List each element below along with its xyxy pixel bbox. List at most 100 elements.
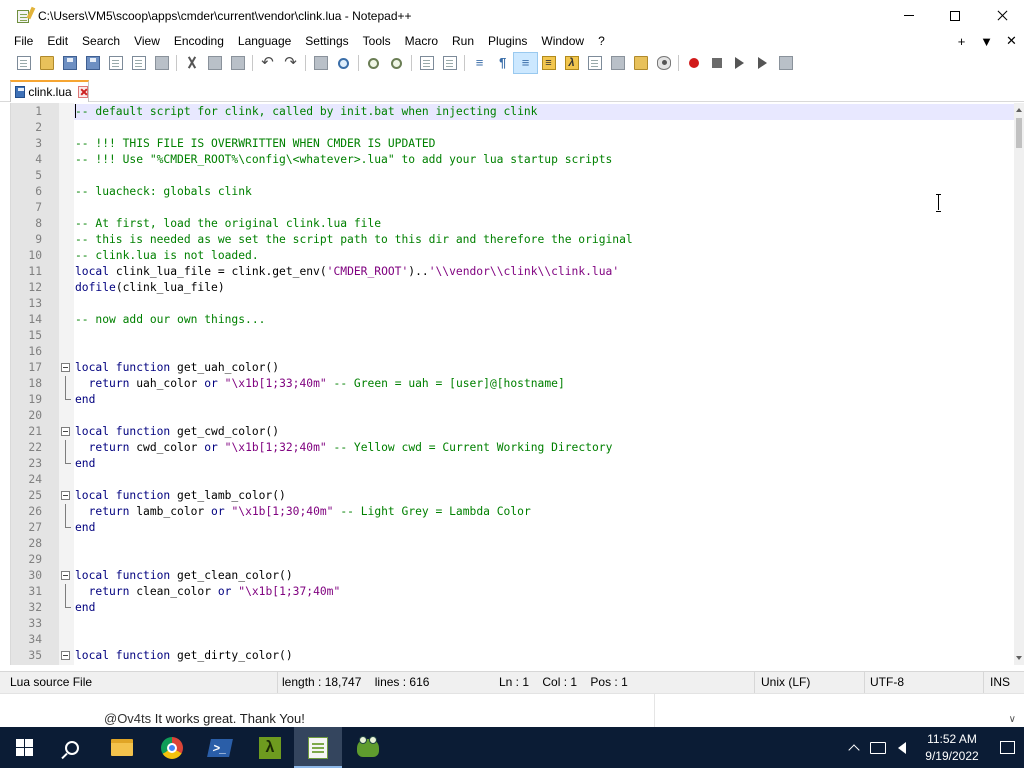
status-insert-mode[interactable]: INS <box>986 672 1024 694</box>
taskbar-clock[interactable]: 11:52 AM 9/19/2022 <box>914 731 990 765</box>
menu-file[interactable]: File <box>7 31 40 51</box>
taskbar-file-explorer[interactable] <box>98 727 146 768</box>
document-map-button[interactable]: λ <box>560 53 583 73</box>
code-line[interactable]: 10 -- clink.lua is not loaded. <box>11 248 1015 264</box>
start-button[interactable] <box>0 727 48 768</box>
copy-button[interactable] <box>203 53 226 73</box>
sync-horizontal-button[interactable] <box>438 53 461 73</box>
paste-button[interactable] <box>226 53 249 73</box>
code-line[interactable]: 6 -- luacheck: globals clink <box>11 184 1015 200</box>
taskbar-chrome[interactable] <box>148 727 196 768</box>
minimize-button[interactable] <box>886 0 932 31</box>
action-center-button[interactable] <box>990 727 1024 768</box>
save-all-button[interactable] <box>81 53 104 73</box>
code-line[interactable]: 5 <box>11 168 1015 184</box>
print-button[interactable] <box>150 53 173 73</box>
menu-macro[interactable]: Macro <box>398 31 445 51</box>
code-line[interactable]: 13 <box>11 296 1015 312</box>
close-button[interactable] <box>978 0 1024 31</box>
macro-run-multiple-button[interactable] <box>751 53 774 73</box>
code-line[interactable]: 16 <box>11 344 1015 360</box>
code-line[interactable]: 23 end <box>11 456 1015 472</box>
fold-collapse-icon[interactable] <box>61 491 70 500</box>
sync-vertical-button[interactable] <box>415 53 438 73</box>
notepadpp-icon[interactable] <box>16 6 36 24</box>
zoom-in-button[interactable] <box>362 53 385 73</box>
function-list-button[interactable] <box>606 53 629 73</box>
code-line[interactable]: 7 <box>11 200 1015 216</box>
code-line[interactable]: 28 <box>11 536 1015 552</box>
macro-save-button[interactable] <box>774 53 797 73</box>
menu-view[interactable]: View <box>127 31 167 51</box>
code-line[interactable]: 25 local function get_lamb_color() <box>11 488 1015 504</box>
menu-language[interactable]: Language <box>231 31 298 51</box>
code-line[interactable]: 14 -- now add our own things... <box>11 312 1015 328</box>
menu-window[interactable]: Window <box>534 31 591 51</box>
code-line[interactable]: 35 local function get_dirty_color() <box>11 648 1015 664</box>
zoom-out-button[interactable] <box>385 53 408 73</box>
taskbar-powershell[interactable]: >_ <box>196 727 244 768</box>
code-line[interactable]: 4 -- !!! Use "%CMDER_ROOT%\config\<whatev… <box>11 152 1015 168</box>
new-file-button[interactable] <box>12 53 35 73</box>
fold-collapse-icon[interactable] <box>61 427 70 436</box>
open-file-button[interactable] <box>35 53 58 73</box>
code-line[interactable]: 32 end <box>11 600 1015 616</box>
chevron-down-icon[interactable]: ∨ <box>1009 714 1016 725</box>
menu-edit[interactable]: Edit <box>40 31 75 51</box>
code-line[interactable]: 22 return cwd_color or "\x1b[1;32;40m" -… <box>11 440 1015 456</box>
fold-collapse-icon[interactable] <box>61 651 70 660</box>
document-list-button[interactable] <box>583 53 606 73</box>
comment-handle[interactable]: @Ov4ts <box>104 711 151 726</box>
taskbar-cmder[interactable]: λ <box>246 727 294 768</box>
macro-record-button[interactable] <box>682 53 705 73</box>
code-line[interactable]: 18 return uah_color or "\x1b[1;33;40m" -… <box>11 376 1015 392</box>
code-line[interactable]: 19 end <box>11 392 1015 408</box>
close-all-button[interactable] <box>127 53 150 73</box>
status-eol[interactable]: Unix (LF) <box>757 672 865 694</box>
indent-guide-button[interactable]: ≡ <box>513 52 538 74</box>
find-button[interactable] <box>309 53 332 73</box>
menu-plugins[interactable]: Plugins <box>481 31 534 51</box>
code-line[interactable]: 17 local function get_uah_color() <box>11 360 1015 376</box>
show-hidden-icons-button[interactable] <box>842 727 866 768</box>
fold-collapse-icon[interactable] <box>61 571 70 580</box>
close-document-button[interactable]: ✕ <box>999 33 1024 49</box>
scrollbar-thumb[interactable] <box>1016 118 1022 148</box>
code-line[interactable]: 30 local function get_clean_color() <box>11 568 1015 584</box>
code-line[interactable]: 12 dofile(clink_lua_file) <box>11 280 1015 296</box>
code-line[interactable]: 29 <box>11 552 1015 568</box>
status-encoding[interactable]: UTF-8 <box>866 672 984 694</box>
scroll-down-icon[interactable] <box>1016 656 1022 660</box>
macro-play-button[interactable] <box>728 53 751 73</box>
code-line[interactable]: 34 <box>11 632 1015 648</box>
close-button-tb[interactable] <box>104 53 127 73</box>
taskbar-search-button[interactable] <box>48 727 96 768</box>
code-line[interactable]: 27 end <box>11 520 1015 536</box>
code-line[interactable]: 1 -- default script for clink, called by … <box>11 104 1015 120</box>
menu-run[interactable]: Run <box>445 31 481 51</box>
tab-clink-lua[interactable]: clink.lua <box>10 80 89 102</box>
code-line[interactable]: 21 local function get_cwd_color() <box>11 424 1015 440</box>
show-all-characters-button[interactable]: ¶ <box>491 53 514 73</box>
menu-help[interactable]: ? <box>591 31 612 51</box>
word-wrap-button[interactable]: ≡ <box>468 53 491 73</box>
tab-close-icon[interactable] <box>77 86 88 98</box>
code-editor[interactable]: 1 -- default script for clink, called by … <box>10 103 1024 665</box>
redo-button[interactable]: ↷ <box>279 53 302 73</box>
code-line[interactable]: 15 <box>11 328 1015 344</box>
monitoring-button[interactable] <box>652 53 675 73</box>
menu-settings[interactable]: Settings <box>298 31 355 51</box>
cut-button[interactable] <box>180 53 203 73</box>
code-line[interactable]: 2 <box>11 120 1015 136</box>
fold-collapse-icon[interactable] <box>61 363 70 372</box>
code-line[interactable]: 3 -- !!! THIS FILE IS OVERWRITTEN WHEN CM… <box>11 136 1015 152</box>
code-line[interactable]: 33 <box>11 616 1015 632</box>
code-line[interactable]: 24 <box>11 472 1015 488</box>
volume-button[interactable] <box>890 727 914 768</box>
replace-button[interactable] <box>332 53 355 73</box>
taskbar-notepadpp[interactable] <box>294 727 342 768</box>
menu-tools[interactable]: Tools <box>356 31 398 51</box>
user-language-button[interactable]: ≡ <box>537 53 560 73</box>
tab-list-button[interactable]: ▼ <box>974 34 999 49</box>
code-line[interactable]: 8 -- At first, load the original clink.lu… <box>11 216 1015 232</box>
